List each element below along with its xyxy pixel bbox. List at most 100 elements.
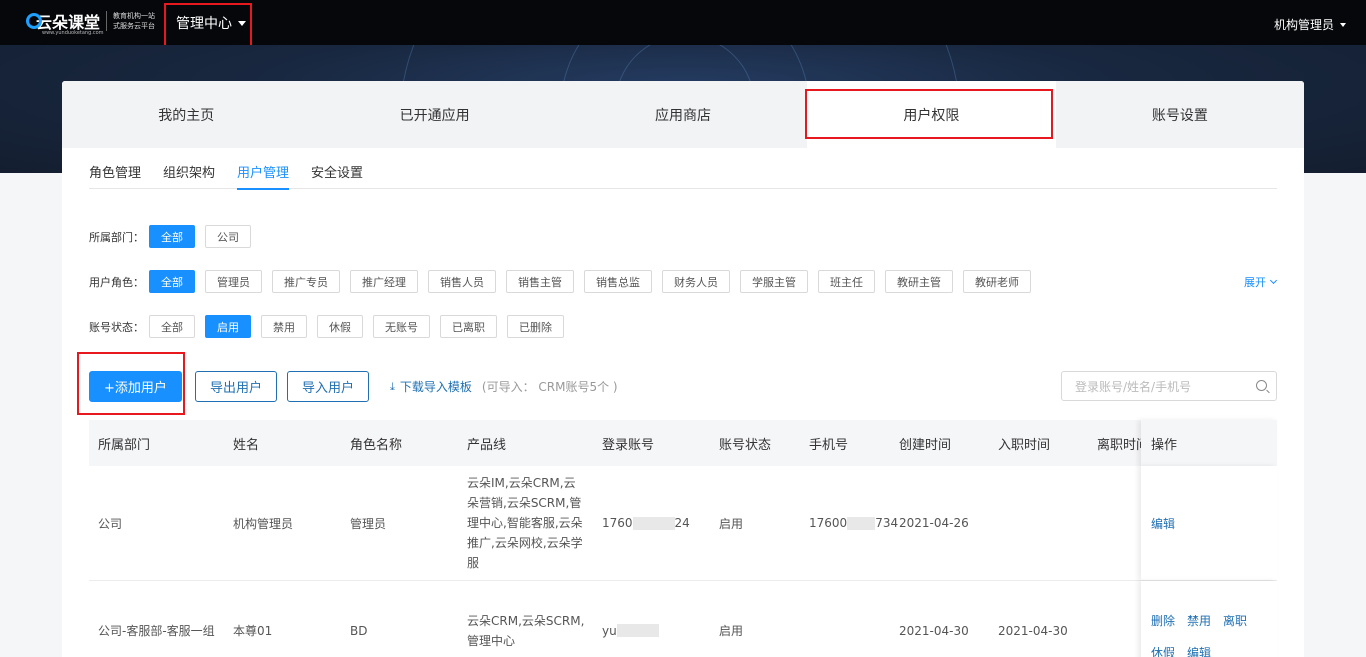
chip-option[interactable]: 启用 <box>205 315 251 338</box>
edit-link[interactable]: 编辑 <box>1151 515 1175 532</box>
product-line-text: 云朵IM,云朵CRM,云朵营销,云朵SCRM,管理中心,智能客服,云朵推广,云朵… <box>467 476 583 570</box>
cell-status: 启用 <box>719 624 744 638</box>
filter-label: 所属部门： <box>89 230 144 244</box>
header-name: 姓名 <box>233 437 260 453</box>
masked-text <box>616 624 659 637</box>
chip-option[interactable]: 教研主管 <box>885 270 953 293</box>
leave-link[interactable]: 休假 <box>1151 646 1175 657</box>
chip-option[interactable]: 财务人员 <box>662 270 730 293</box>
header-account-status: 账号状态 <box>719 437 772 453</box>
filter-label: 账号状态： <box>89 320 144 334</box>
search-icon[interactable] <box>1256 380 1267 391</box>
header-joined: 入职时间 <box>998 437 1051 453</box>
logo-url: www.yunduoketang.com <box>42 30 104 36</box>
chip-option[interactable]: 教研老师 <box>963 270 1031 293</box>
chip-option[interactable]: 销售总监 <box>584 270 652 293</box>
user-menu[interactable]: 机构管理员 <box>1274 16 1346 33</box>
chip-option[interactable]: 班主任 <box>818 270 875 293</box>
management-center-menu[interactable]: 管理中心 <box>176 13 246 33</box>
export-user-button[interactable]: 导出用户 <box>195 371 278 402</box>
chip-option[interactable]: 推广专员 <box>272 270 340 293</box>
chevron-down-icon <box>1269 276 1278 285</box>
user-table: 所属部门 姓名 角色名称 产品线 登录账号 账号状态 手机号 创建时间 入职时间… <box>89 420 1277 657</box>
download-template-link[interactable]: ⤓ 下载导入模板 (可导入： CRM账号5个 ) <box>390 371 618 402</box>
chip-option[interactable]: 推广经理 <box>350 270 418 293</box>
cell-status: 启用 <box>719 516 744 531</box>
tab-home[interactable]: 我的主页 <box>62 81 310 148</box>
resign-link[interactable]: 离职 <box>1223 614 1247 628</box>
add-user-button[interactable]: +添加用户 <box>89 371 182 402</box>
filter-label: 用户角色： <box>89 275 144 289</box>
sub-tabs: 角色管理 组织架构 用户管理 安全设置 <box>89 152 1277 190</box>
main-card: 我的主页 已开通应用 应用商店 用户权限 账号设置 角色管理 组织架构 用户管理… <box>62 81 1304 657</box>
chip-option[interactable]: 管理员 <box>205 270 262 293</box>
header-login-account: 登录账号 <box>602 437 655 453</box>
tab-account-settings[interactable]: 账号设置 <box>1056 81 1304 148</box>
download-template-label: 下载导入模板 <box>399 380 472 394</box>
expand-label: 展开 <box>1244 276 1266 289</box>
ops-group: 删除 禁用 离职 休假 编辑 <box>1151 605 1271 657</box>
cloud-logo-icon <box>26 13 42 29</box>
search-placeholder: 登录账号/姓名/手机号 <box>1075 379 1192 394</box>
tab-user-permissions[interactable]: 用户权限 <box>807 81 1056 148</box>
cell-role: 管理员 <box>350 516 387 531</box>
cell-created: 2021-04-26 <box>899 516 969 530</box>
import-quota-hint: (可导入： CRM账号5个 ) <box>481 380 618 394</box>
chip-option[interactable]: 全部 <box>149 315 195 338</box>
tab-opened-apps[interactable]: 已开通应用 <box>310 81 558 148</box>
header-role: 角色名称 <box>350 437 403 453</box>
chip-option[interactable]: 已删除 <box>507 315 564 338</box>
cell-role: BD <box>350 623 368 638</box>
account-suffix: 24 <box>674 516 690 530</box>
cell-login-account: yu <box>602 581 659 657</box>
cell-phone: 17600 734 <box>809 466 898 580</box>
table-row: 公司 机构管理员 管理员 云朵IM,云朵CRM,云朵营销,云朵SCRM,管理中心… <box>89 466 1277 581</box>
cell-joined: 2021-04-30 <box>998 623 1068 638</box>
ops-group: 编辑 <box>1151 466 1187 580</box>
cell-login-account: 1760 24 <box>602 466 690 580</box>
header-ops-cell: 操作 <box>1141 420 1277 466</box>
header-operations: 操作 <box>1151 437 1178 453</box>
filter-department: 所属部门： 全部 公司 <box>89 225 261 248</box>
cell-department: 公司-客服部-客服一组 <box>98 624 215 638</box>
phone-prefix: 17600 <box>809 516 848 530</box>
chip-option[interactable]: 休假 <box>317 315 363 338</box>
delete-link[interactable]: 删除 <box>1151 614 1175 628</box>
chip-option[interactable]: 学服主管 <box>740 270 808 293</box>
download-icon: ⤓ <box>390 379 395 393</box>
cell-product-line: 云朵CRM,云朵SCRM,管理中心 <box>467 581 587 657</box>
header-product-line: 产品线 <box>467 437 507 453</box>
disable-link[interactable]: 禁用 <box>1187 614 1211 628</box>
logo[interactable]: 云朵课堂 www.yunduoketang.com 教育机构一站式服务云平台 <box>26 9 159 36</box>
edit-link[interactable]: 编辑 <box>1187 646 1211 657</box>
caret-down-icon <box>238 20 246 26</box>
subtab-user-management[interactable]: 用户管理 <box>237 152 290 190</box>
cell-created: 2021-04-30 <box>899 623 969 638</box>
import-user-button[interactable]: 导入用户 <box>287 371 370 402</box>
subtab-role-management[interactable]: 角色管理 <box>89 152 141 189</box>
chip-option[interactable]: 全部 <box>149 225 195 248</box>
product-line-text: 云朵CRM,云朵SCRM,管理中心 <box>467 613 585 648</box>
chip-option[interactable]: 销售主管 <box>506 270 574 293</box>
chip-option[interactable]: 无账号 <box>373 315 430 338</box>
management-center-label: 管理中心 <box>176 16 232 32</box>
logo-divider <box>106 11 108 31</box>
chip-option[interactable]: 销售人员 <box>428 270 496 293</box>
chip-option[interactable]: 已离职 <box>440 315 497 338</box>
account-prefix: yu <box>602 623 617 638</box>
user-name: 机构管理员 <box>1273 18 1334 32</box>
main-tabs: 我的主页 已开通应用 应用商店 用户权限 账号设置 <box>62 81 1304 148</box>
cell-product-line: 云朵IM,云朵CRM,云朵营销,云朵SCRM,管理中心,智能客服,云朵推广,云朵… <box>467 466 587 580</box>
cell-department: 公司 <box>98 516 123 531</box>
caret-down-icon <box>1340 22 1346 27</box>
chip-option[interactable]: 禁用 <box>261 315 307 338</box>
expand-roles-link[interactable]: 展开 <box>1244 274 1278 290</box>
subtab-org-structure[interactable]: 组织架构 <box>163 152 215 189</box>
tab-app-store[interactable]: 应用商店 <box>559 81 807 148</box>
search-input[interactable]: 登录账号/姓名/手机号 <box>1061 371 1277 401</box>
ops-cell: 删除 禁用 离职 休假 编辑 <box>1141 581 1277 657</box>
chip-option[interactable]: 全部 <box>149 270 195 293</box>
phone-suffix: 734 <box>875 516 899 530</box>
subtab-security-settings[interactable]: 安全设置 <box>311 152 363 189</box>
chip-option[interactable]: 公司 <box>205 225 251 248</box>
